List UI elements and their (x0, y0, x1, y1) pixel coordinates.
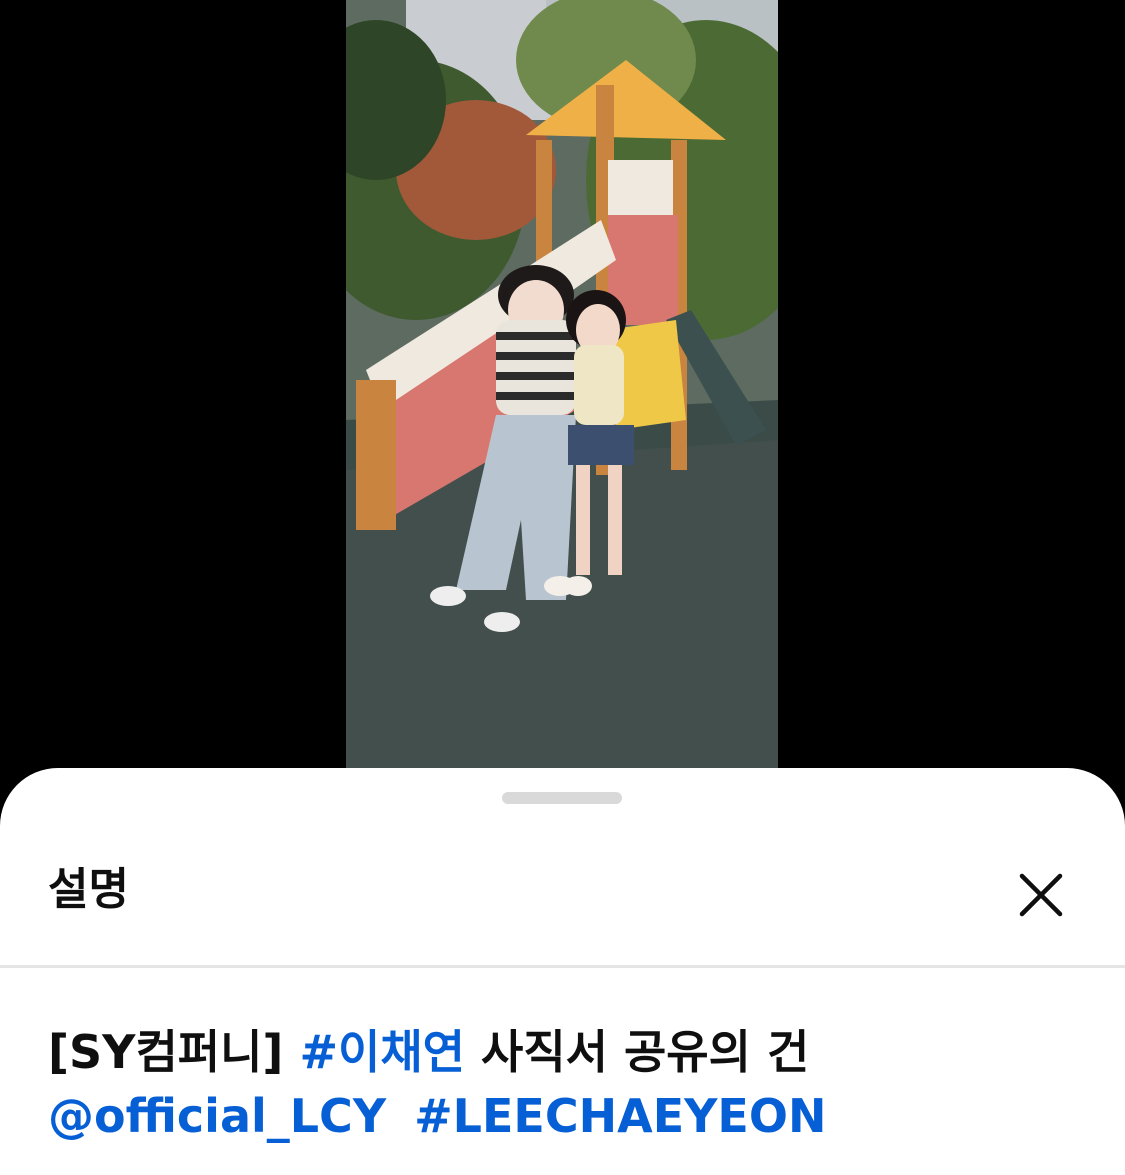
drag-handle[interactable] (502, 792, 622, 804)
sheet-title: 설명 (48, 864, 129, 915)
description-sheet: 설명 [SY컴퍼니] #이채연 사직서 공유의 건 @official_LCY #… (0, 768, 1125, 1175)
hashtag-link[interactable]: #이채연 (299, 1025, 465, 1079)
close-button[interactable] (1006, 860, 1076, 930)
screen: 설명 [SY컴퍼니] #이채연 사직서 공유의 건 @official_LCY #… (0, 0, 1125, 1175)
description-line-2: @official_LCY #LEECHAEYEON (48, 1084, 1088, 1148)
description-prefix: [SY컴퍼니] (48, 1025, 284, 1079)
divider (0, 965, 1125, 968)
description-suffix: 사직서 공유의 건 (481, 1025, 810, 1079)
description-line-1: [SY컴퍼니] #이채연 사직서 공유의 건 (48, 1020, 1088, 1084)
video-player[interactable] (346, 0, 778, 770)
video-frame-image (346, 0, 778, 770)
hashtag-link[interactable]: #LEECHAEYEON (414, 1089, 826, 1143)
close-icon (1019, 873, 1063, 917)
video-description: [SY컴퍼니] #이채연 사직서 공유의 건 @official_LCY #LEE… (48, 1020, 1088, 1148)
mention-link[interactable]: @official_LCY (48, 1089, 386, 1143)
